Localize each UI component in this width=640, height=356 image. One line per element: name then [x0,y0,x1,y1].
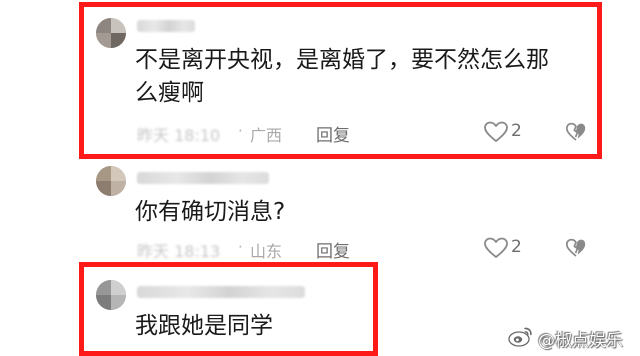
broken-heart-icon[interactable] [565,237,587,259]
meta-separator: · [238,238,243,256]
comment-region: 山东 [250,242,283,261]
username-blurred[interactable] [137,172,269,184]
highlight-frame-2 [79,262,378,356]
reply-button[interactable]: 回复 [316,237,350,262]
comment-time: 昨天 18:13 [137,242,221,261]
watermark-text: @椒点娱乐 [538,331,623,351]
comment-text-line-1: 你有确切消息? [135,199,286,225]
weibo-logo-icon [508,327,532,347]
avatar[interactable] [96,166,126,196]
heart-outline-icon[interactable] [483,236,509,260]
highlight-frame-1 [79,2,602,159]
like-count: 2 [511,237,522,257]
watermark: @椒点娱乐 [508,323,636,351]
comment-item-2: 你有确切消息? 昨天 18:13 · 山东 回复 2 [0,160,640,262]
comment-screenshot: 不是离开央视，是离婚了，要不然怎么那 么瘦啊 昨天 18:10 · 广西 回复 … [0,0,640,356]
